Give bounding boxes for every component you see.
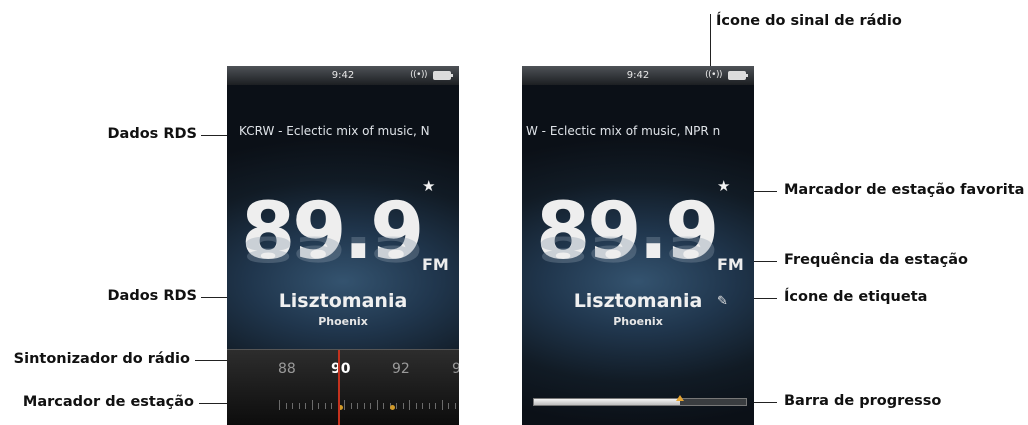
callout-dados-rds-bottom: Dados RDS — [107, 288, 198, 304]
tuner-tick — [435, 403, 436, 409]
artist-name: Phoenix — [318, 315, 368, 328]
tuner-tick — [454, 403, 456, 409]
tuner-tick — [344, 400, 345, 410]
battery-icon — [728, 71, 748, 80]
tuner-tick — [409, 400, 410, 410]
status-bar: 9:42 ((•)) — [227, 66, 459, 85]
tuner-tick — [428, 403, 430, 409]
frequency-reflection: 89.9 — [241, 228, 422, 269]
tuner-tick — [448, 403, 449, 409]
song-title: Lisztomania — [278, 290, 408, 312]
star-icon[interactable]: ★ — [422, 177, 435, 195]
callout-marcador-favorita: Marcador de estação favorita — [784, 182, 1025, 198]
radio-screen-tuner: 9:42 ((•)) KCRW - Eclectic mix of music,… — [227, 66, 459, 425]
tuner-tick — [396, 403, 397, 409]
status-bar: 9:42 ((•)) — [522, 66, 754, 85]
tuner-tick — [422, 403, 423, 409]
tuner-tick — [350, 403, 352, 409]
tuner-tick — [402, 403, 404, 409]
rds-text: KCRW - Eclectic mix of music, N — [239, 124, 430, 138]
frequency-reflection: 89.9 — [536, 228, 717, 269]
tuner-tick — [298, 403, 300, 409]
tuner-label: 88 — [278, 361, 296, 377]
tuner-label: 92 — [392, 361, 410, 377]
radio-signal-icon: ((•)) — [705, 70, 722, 80]
tuner-tick — [305, 403, 306, 409]
progress-fill — [534, 399, 681, 405]
tuner-tick — [331, 403, 332, 409]
tuner-tick — [292, 403, 293, 409]
tuner-tick — [376, 400, 378, 410]
tuner-tick — [370, 403, 371, 409]
tuner-tick — [279, 400, 280, 410]
station-marker[interactable] — [390, 405, 395, 410]
tuner-tick — [311, 400, 313, 410]
band-label: FM — [422, 255, 449, 274]
tuner-label: 9 — [452, 361, 459, 377]
tuner-ticks — [227, 396, 459, 414]
star-icon[interactable]: ★ — [717, 177, 730, 195]
callout-marcador-estacao: Marcador de estação — [22, 394, 194, 410]
tuner-tick — [285, 403, 287, 409]
callout-sintonizador: Sintonizador do rádio — [13, 351, 190, 367]
radio-screen-playback: 9:42 ((•)) W - Eclectic mix of music, NP… — [522, 66, 754, 425]
progress-thumb[interactable] — [676, 395, 685, 401]
callout-dados-rds-top: Dados RDS — [107, 126, 198, 142]
battery-icon — [433, 71, 453, 80]
rds-text: W - Eclectic mix of music, NPR n — [526, 124, 721, 138]
radio-tuner[interactable]: 88 90 92 9 — [227, 349, 459, 425]
tuner-tick — [383, 403, 384, 409]
callout-icone-sinal: Ícone do sinal de rádio — [716, 13, 902, 29]
artist-name: Phoenix — [613, 315, 663, 328]
callout-barra-progresso: Barra de progresso — [784, 393, 942, 409]
tuner-tick — [318, 403, 319, 409]
tuner-tick — [415, 403, 417, 409]
tuner-needle[interactable] — [338, 350, 340, 425]
tuner-tick — [324, 403, 326, 409]
radio-signal-icon: ((•)) — [410, 70, 427, 80]
tuner-tick — [357, 403, 358, 409]
progress-bar[interactable] — [533, 395, 747, 406]
callout-icone-etiqueta: Ícone de etiqueta — [784, 289, 928, 305]
band-label: FM — [717, 255, 744, 274]
callout-frequencia: Frequência da estação — [784, 252, 968, 268]
tuner-label-selected: 90 — [331, 361, 351, 377]
tag-icon[interactable]: ✎ — [717, 294, 728, 309]
tuner-tick — [441, 400, 443, 410]
tuner-tick — [363, 403, 365, 409]
